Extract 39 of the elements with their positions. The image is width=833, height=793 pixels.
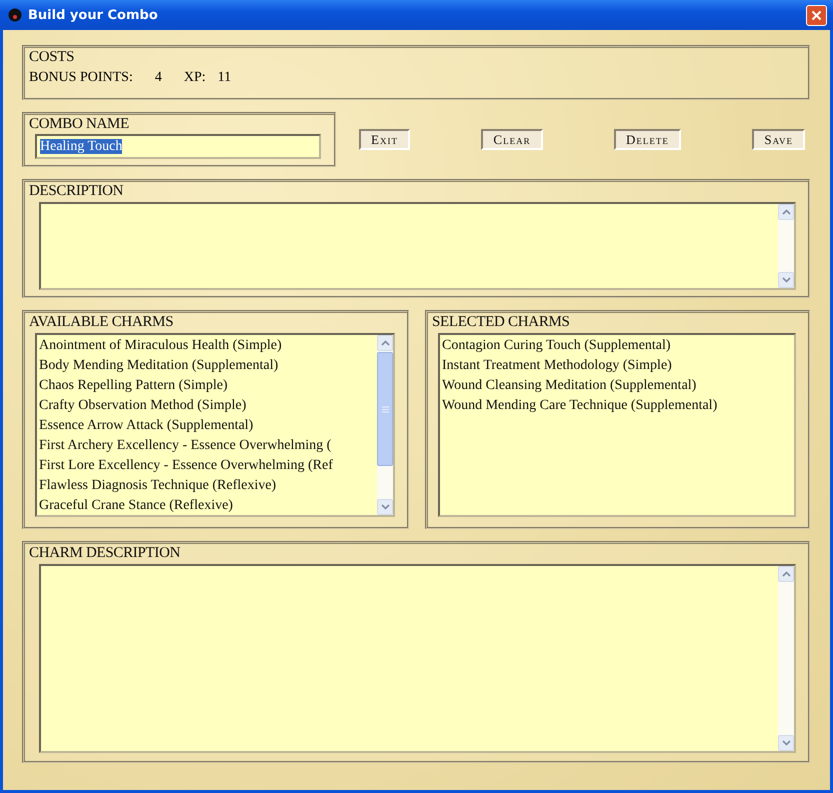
xp-label: XP: [184, 70, 206, 86]
selected-charms-list[interactable]: Contagion Curing Touch (Supplemental) Instant Treatment Methodology (Simple) Wound Cleansing Meditation (Supplemental) Wound Mending Care Technique (Supplemental) [438, 333, 796, 517]
bonus-points-value: 4 [154, 70, 162, 86]
charm-item[interactable]: Contagion Curing Touch (Supplemental) [442, 336, 792, 356]
description-field[interactable] [39, 202, 796, 290]
action-button[interactable]: Save [752, 129, 805, 150]
charm-item[interactable]: Flawless Diagnosis Technique (Reflexive) [39, 476, 375, 496]
charm-item[interactable]: Instant Treatment Methodology (Simple) [442, 356, 792, 376]
action-button[interactable]: Delete [614, 129, 681, 150]
charm-item[interactable]: Crafty Observation Method (Simple) [39, 396, 375, 416]
panel-title: DESCRIPTION [29, 183, 124, 200]
charm-item[interactable]: Graceful Crane Stance (Reflexive) [39, 496, 375, 515]
charm-item[interactable]: Anointment of Miraculous Health (Simple) [39, 336, 375, 356]
charm-item[interactable]: Chaos Repelling Pattern (Simple) [39, 376, 375, 396]
charm-item[interactable]: First Lore Excellency - Essence Overwhelming (Ref [39, 456, 375, 476]
charm-description-field[interactable] [39, 564, 796, 753]
charm-item[interactable]: Essence Arrow Attack (Supplemental) [39, 416, 375, 436]
panel-title: COSTS [29, 49, 76, 66]
available-charms-list[interactable] [35, 333, 395, 517]
panel-title: SELECTED CHARMS [432, 314, 571, 331]
bonus-points-label: BONUS POINTS: [29, 70, 133, 86]
close-icon [811, 10, 822, 20]
scrollbar[interactable] [778, 566, 794, 751]
panel-title: AVAILABLE CHARMS [29, 314, 174, 331]
panel-title: CHARM DESCRIPTION [29, 545, 182, 562]
window-title: Build your Combo [28, 8, 159, 22]
panel-title: COMBO NAME [29, 116, 130, 133]
grip-icon [382, 406, 388, 412]
charm-item[interactable]: First Archery Excellency - Essence Overwhelming ( [39, 436, 375, 456]
action-button[interactable]: Exit [359, 129, 410, 150]
close-button[interactable] [806, 4, 827, 26]
scrollbar[interactable] [377, 335, 393, 515]
charm-item[interactable]: Body Mending Meditation (Supplemental) [39, 356, 375, 376]
xp-value: 11 [218, 70, 232, 86]
scrollbar[interactable] [778, 204, 794, 288]
action-button[interactable]: Clear [481, 129, 543, 150]
app-icon [8, 8, 22, 22]
charm-item[interactable]: Wound Cleansing Meditation (Supplemental) [442, 376, 792, 396]
charm-item[interactable]: Wound Mending Care Technique (Supplemental) [442, 396, 792, 416]
